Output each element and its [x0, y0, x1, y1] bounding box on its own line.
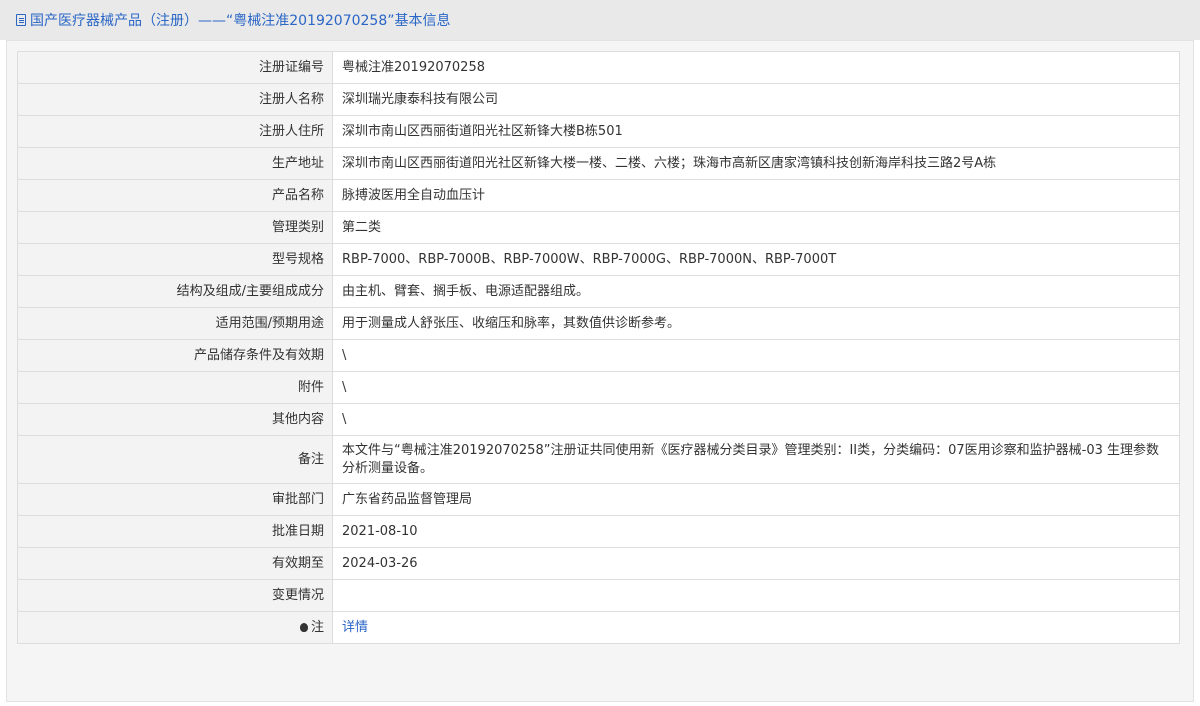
table-row: 注册人名称 深圳瑞光康泰科技有限公司	[17, 83, 1180, 116]
row-key: 适用范围/预期用途	[17, 307, 333, 340]
row-key: 批准日期	[17, 515, 333, 548]
document-icon	[16, 14, 26, 26]
table-row: 结构及组成/主要组成成分 由主机、臂套、搁手板、电源适配器组成。	[17, 275, 1180, 308]
table-row: 生产地址 深圳市南山区西丽街道阳光社区新锋大楼一楼、二楼、六楼；珠海市高新区唐家…	[17, 147, 1180, 180]
table-row: 附件 \	[17, 371, 1180, 404]
note-label: 注	[310, 619, 324, 635]
row-key: 审批部门	[17, 483, 333, 516]
row-value: 由主机、臂套、搁手板、电源适配器组成。	[332, 275, 1180, 308]
table-row: 管理类别 第二类	[17, 211, 1180, 244]
row-value: 2024-03-26	[332, 547, 1180, 580]
row-key: 注	[17, 611, 333, 644]
row-key: 附件	[17, 371, 333, 404]
row-key: 注册人名称	[17, 83, 333, 116]
row-key: 注册人住所	[17, 115, 333, 148]
row-key: 变更情况	[17, 579, 333, 612]
row-key: 生产地址	[17, 147, 333, 180]
row-key: 产品名称	[17, 179, 333, 212]
row-key: 管理类别	[17, 211, 333, 244]
row-value: 2021-08-10	[332, 515, 1180, 548]
table-row: 注册证编号 粤械注准20192070258	[17, 51, 1180, 84]
table-row: 其他内容 \	[17, 403, 1180, 436]
table-row: 产品名称 脉搏波医用全自动血压计	[17, 179, 1180, 212]
row-value: \	[332, 371, 1180, 404]
row-value: 详情	[332, 611, 1180, 644]
row-value: \	[332, 403, 1180, 436]
table-row: 适用范围/预期用途 用于测量成人舒张压、收缩压和脉率，其数值供诊断参考。	[17, 307, 1180, 340]
row-value: 深圳市南山区西丽街道阳光社区新锋大楼B栋501	[332, 115, 1180, 148]
row-value: 深圳瑞光康泰科技有限公司	[332, 83, 1180, 116]
table-row: 备注 本文件与“粤械注准20192070258”注册证共同使用新《医疗器械分类目…	[17, 435, 1180, 484]
row-value: 深圳市南山区西丽街道阳光社区新锋大楼一楼、二楼、六楼；珠海市高新区唐家湾镇科技创…	[332, 147, 1180, 180]
table-row: 产品储存条件及有效期 \	[17, 339, 1180, 372]
row-value: 用于测量成人舒张压、收缩压和脉率，其数值供诊断参考。	[332, 307, 1180, 340]
row-value: RBP-7000、RBP-7000B、RBP-7000W、RBP-7000G、R…	[332, 243, 1180, 276]
row-key: 注册证编号	[17, 51, 333, 84]
row-value: 第二类	[332, 211, 1180, 244]
row-value: 粤械注准20192070258	[332, 51, 1180, 84]
page-title-bar: 国产医疗器械产品（注册）——“粤械注准20192070258”基本信息	[0, 0, 1200, 40]
row-value: 本文件与“粤械注准20192070258”注册证共同使用新《医疗器械分类目录》管…	[332, 435, 1180, 484]
info-table: 注册证编号 粤械注准20192070258 注册人名称 深圳瑞光康泰科技有限公司…	[17, 51, 1180, 644]
row-value: 广东省药品监督管理局	[332, 483, 1180, 516]
table-row: 型号规格 RBP-7000、RBP-7000B、RBP-7000W、RBP-70…	[17, 243, 1180, 276]
table-row: 批准日期 2021-08-10	[17, 515, 1180, 548]
page-title: 国产医疗器械产品（注册）——“粤械注准20192070258”基本信息	[30, 13, 451, 29]
table-row: 注 详情	[17, 611, 1180, 644]
row-key: 型号规格	[17, 243, 333, 276]
table-row: 变更情况	[17, 579, 1180, 612]
row-key: 其他内容	[17, 403, 333, 436]
row-value: 脉搏波医用全自动血压计	[332, 179, 1180, 212]
table-row: 有效期至 2024-03-26	[17, 547, 1180, 580]
row-key: 结构及组成/主要组成成分	[17, 275, 333, 308]
row-key: 产品储存条件及有效期	[17, 339, 333, 372]
row-value	[332, 579, 1180, 612]
table-row: 注册人住所 深圳市南山区西丽街道阳光社区新锋大楼B栋501	[17, 115, 1180, 148]
lightbulb-icon	[299, 622, 308, 632]
row-value: \	[332, 339, 1180, 372]
row-key: 有效期至	[17, 547, 333, 580]
details-link[interactable]: 详情	[342, 620, 368, 635]
table-row: 审批部门 广东省药品监督管理局	[17, 483, 1180, 516]
row-key: 备注	[17, 435, 333, 484]
